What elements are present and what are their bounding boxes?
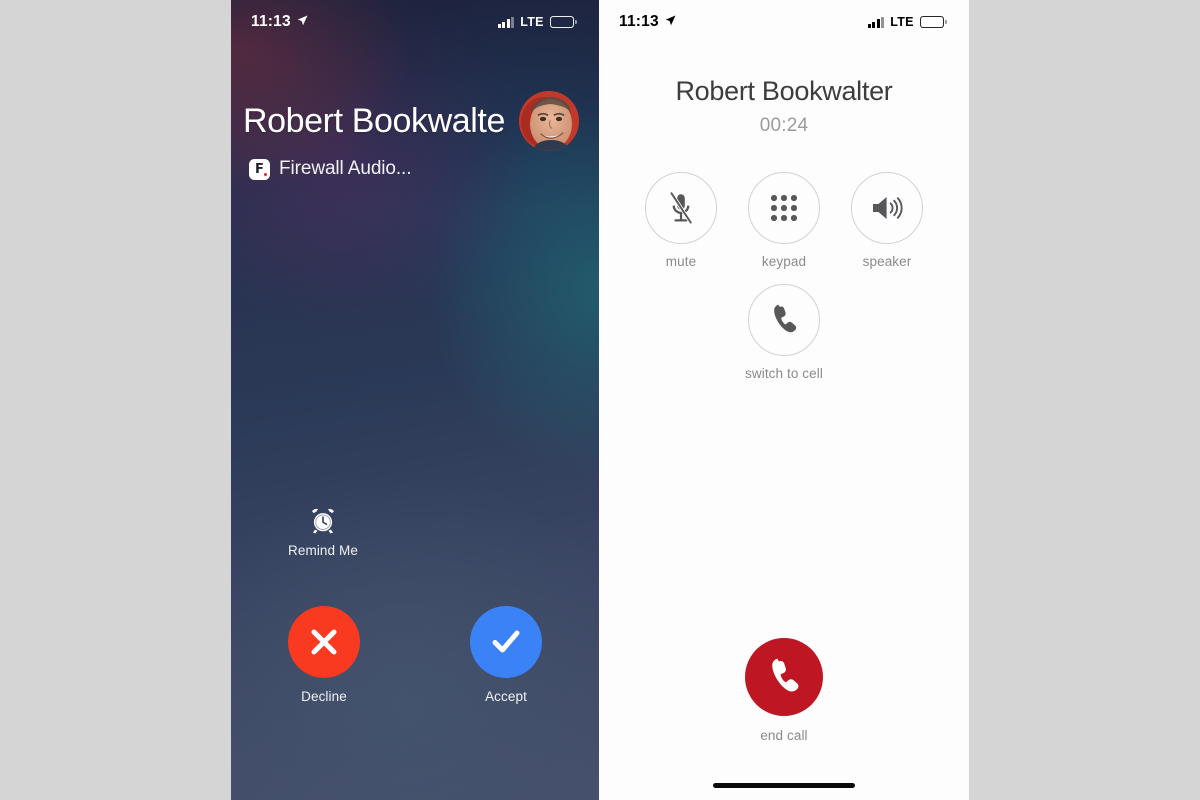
status-bar-left: 11:13 — [619, 13, 676, 31]
end-call-circle[interactable] — [745, 638, 823, 716]
cellular-signal-icon — [497, 16, 515, 28]
status-bar-left: 11:13 — [251, 13, 308, 31]
call-controls: mute keypad speaker switch to cell — [599, 172, 969, 381]
home-indicator-bar[interactable] — [713, 783, 855, 788]
contact-photo-avatar — [519, 91, 579, 151]
keypad-dots-icon — [771, 195, 797, 221]
status-bar-active: 11:13 LTE — [599, 0, 969, 44]
network-label: LTE — [520, 15, 544, 29]
battery-icon — [549, 16, 577, 28]
cellular-signal-icon — [867, 16, 885, 28]
decline-button[interactable]: Decline — [288, 606, 360, 704]
battery-icon — [919, 16, 947, 28]
location-arrow-icon — [665, 13, 676, 31]
switch-to-cell-circle[interactable] — [748, 284, 820, 356]
incoming-call-screen: 11:13 LTE Robert Bookwalte F Firewall Au… — [231, 0, 599, 800]
switch-to-cell-button[interactable]: switch to cell — [745, 284, 823, 381]
active-call-header: Robert Bookwalter 00:24 — [599, 76, 969, 137]
status-bar-right: LTE — [497, 15, 577, 29]
accept-button[interactable]: Accept — [470, 606, 542, 704]
alarm-clock-icon — [312, 508, 334, 534]
checkmark-icon — [492, 630, 520, 653]
active-call-screen: 11:13 LTE Robert Bookwalter 00:24 mute k… — [599, 0, 969, 800]
remind-me-button[interactable]: Remind Me — [231, 508, 415, 558]
call-controls-row-2: switch to cell — [599, 284, 969, 381]
call-controls-row-1: mute keypad speaker — [599, 172, 969, 269]
accept-label: Accept — [485, 689, 527, 704]
status-time: 11:13 — [619, 13, 659, 30]
call-timer: 00:24 — [759, 115, 809, 136]
caller-header: Robert Bookwalte F Firewall Audio... — [231, 91, 599, 180]
caller-name: Robert Bookwalte — [243, 101, 505, 140]
end-call-label: end call — [760, 728, 808, 743]
end-call-button[interactable]: end call — [599, 638, 969, 743]
keypad-circle[interactable] — [748, 172, 820, 244]
decline-label: Decline — [301, 689, 347, 704]
location-arrow-icon — [297, 13, 308, 31]
mute-circle[interactable] — [645, 172, 717, 244]
speaker-circle[interactable] — [851, 172, 923, 244]
answer-actions: Decline Accept — [231, 606, 599, 704]
phone-handset-icon — [774, 304, 797, 333]
remind-me-label: Remind Me — [288, 543, 358, 558]
speaker-label: speaker — [862, 254, 912, 269]
app-banner: F Firewall Audio... — [249, 158, 581, 180]
close-x-icon — [311, 629, 337, 655]
avatar — [519, 91, 579, 151]
speaker-button[interactable]: speaker — [851, 172, 923, 269]
network-label: LTE — [890, 15, 914, 29]
screenshot-canvas: 11:13 LTE Robert Bookwalte F Firewall Au… — [0, 0, 1200, 800]
mute-label: mute — [665, 254, 697, 269]
phone-handset-icon — [772, 658, 799, 692]
keypad-button[interactable]: keypad — [748, 172, 820, 269]
active-caller-name: Robert Bookwalter — [675, 76, 893, 106]
caller-row: Robert Bookwalte — [243, 91, 581, 151]
keypad-label: keypad — [761, 254, 807, 269]
app-name-label: Firewall Audio... — [279, 158, 412, 179]
decline-circle[interactable] — [288, 606, 360, 678]
speaker-icon — [873, 197, 903, 219]
status-time: 11:13 — [251, 13, 291, 30]
switch-to-cell-label: switch to cell — [745, 366, 823, 381]
microphone-muted-icon — [669, 191, 693, 225]
mute-button[interactable]: mute — [645, 172, 717, 269]
status-bar-incoming: 11:13 LTE — [231, 0, 599, 44]
accept-circle[interactable] — [470, 606, 542, 678]
status-bar-right: LTE — [867, 15, 947, 29]
firewall-app-icon: F — [249, 158, 270, 180]
